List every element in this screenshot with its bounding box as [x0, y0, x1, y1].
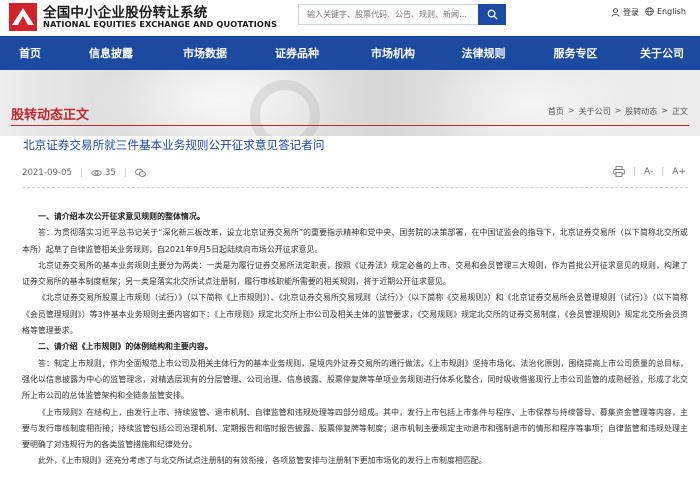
- main-nav: 首页 信息披露 市场数据 证券品种 市场机构 法律规则 服务专区 关于公司: [0, 36, 700, 70]
- meta-divider: |: [79, 168, 83, 178]
- article-date: 2021-09-05: [22, 168, 72, 178]
- breadcrumb-separator: >: [614, 106, 622, 115]
- nav-item-rules[interactable]: 法律规则: [440, 36, 527, 70]
- section-title: 股转动态正文: [11, 108, 90, 123]
- tools-divider: |: [632, 166, 637, 177]
- search-icon: [487, 9, 498, 20]
- user-icon: [611, 8, 620, 17]
- section-divider: [11, 125, 689, 126]
- search-input[interactable]: [298, 4, 478, 25]
- nav-item-disclosure[interactable]: 信息披露: [60, 36, 162, 70]
- header-banner: [0, 70, 700, 136]
- login-label: 登录: [623, 8, 639, 17]
- login-link[interactable]: 登录: [611, 7, 639, 18]
- article-paragraph: 答：为贯彻落实习近平总书记关于“深化新三板改革，设立北京证券交易所”的重要指示精…: [22, 228, 688, 254]
- top-bar: 全国中小企业股份转让系统 NATIONAL EQUITIES EXCHANGE …: [0, 0, 700, 36]
- article-paragraph: 《北京证券交易所股票上市规则（试行）》（以下简称《上市规则》）、《北京证券交易所…: [22, 293, 688, 336]
- article-heading: 一、请介绍本次公开征求意见规则的整体情况。: [38, 212, 205, 221]
- breadcrumb-home[interactable]: 首页: [548, 106, 564, 117]
- article-meta: 2021-09-05 | 35 |: [22, 168, 146, 178]
- font-increase-button[interactable]: A+: [672, 167, 686, 177]
- view-count: 35: [90, 168, 116, 178]
- nav-item-market-data[interactable]: 市场数据: [162, 36, 248, 70]
- view-count-value: 35: [104, 168, 116, 178]
- article-paragraph: 此外，《上市规则》还充分考虑了与北交所试点注册制的有效衔接，各项监管安排与注册制…: [38, 456, 487, 466]
- article-paragraph: 北京证券交易所的基本业务规则主要分为两类：一类是为履行证券交易所法定职责，按照《…: [22, 260, 688, 287]
- breadcrumb-news[interactable]: 股转动态: [625, 106, 657, 117]
- nav-item-home[interactable]: 首页: [0, 36, 60, 70]
- breadcrumb-separator: >: [567, 106, 575, 115]
- logo-icon[interactable]: [9, 3, 37, 31]
- article-paragraph: 答：制定上市规则，作为全面规范上市公司及相关主体行为的基本业务规则，是境内外证券…: [22, 358, 688, 401]
- article-body: 一、请介绍本次公开征求意见规则的整体情况。 答：为贯彻落实习近平总书记关于“深化…: [22, 209, 688, 470]
- article-title: 北京证券交易所就三件基本业务规则公开征求意见答记者问: [23, 138, 325, 152]
- meta-divider-line: [22, 187, 688, 188]
- nav-item-services[interactable]: 服务专区: [527, 36, 624, 70]
- print-button[interactable]: [613, 166, 625, 177]
- breadcrumb: 首页 > 关于公司 > 股转动态 > 正文: [548, 106, 688, 117]
- language-switch[interactable]: English: [645, 7, 686, 16]
- article-tools: | A- | A+: [613, 166, 686, 177]
- wechat-share-icon[interactable]: [134, 168, 146, 178]
- article-paragraph: 《上市规则》在结构上，由发行上市、持续监管、退市机制、自律监管和违规处理等四部分…: [22, 407, 688, 450]
- font-decrease-button[interactable]: A-: [644, 167, 653, 177]
- nav-item-about[interactable]: 关于公司: [624, 36, 700, 70]
- nav-item-securities[interactable]: 证券品种: [248, 36, 346, 70]
- brand-name-cn: 全国中小企业股份转让系统: [43, 5, 208, 21]
- search-button[interactable]: [478, 4, 506, 25]
- breadcrumb-about[interactable]: 关于公司: [579, 106, 611, 117]
- eye-icon: [90, 169, 102, 177]
- tools-divider: |: [661, 166, 665, 177]
- nav-item-institutions[interactable]: 市场机构: [346, 36, 440, 70]
- language-label: English: [657, 7, 686, 16]
- meta-divider: |: [123, 168, 127, 178]
- print-icon: [613, 166, 625, 177]
- globe-icon: [645, 7, 654, 16]
- breadcrumb-separator: >: [661, 106, 668, 115]
- brand-name-en: NATIONAL EQUITIES EXCHANGE AND QUOTATION…: [43, 19, 277, 29]
- breadcrumb-current: 正文: [672, 107, 688, 116]
- article-heading: 二、请介绍《上市规则》的体例结构和主要内容。: [38, 342, 213, 352]
